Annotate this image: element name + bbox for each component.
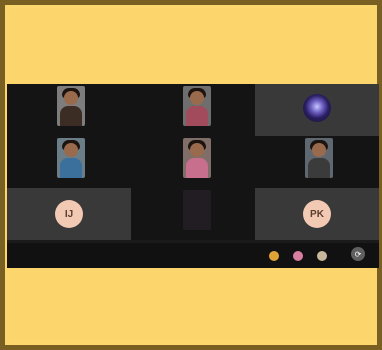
person-head: [64, 143, 78, 157]
person-head: [190, 143, 204, 157]
meeting-grid: IJ PK: [7, 84, 379, 268]
participant-tile-2[interactable]: [131, 84, 255, 136]
participant-video-8: [183, 190, 211, 230]
participant-tile-1[interactable]: [7, 84, 131, 136]
person-body: [60, 106, 82, 126]
refresh-icon[interactable]: ⟳: [351, 247, 365, 261]
participant-tile-9[interactable]: PK: [255, 188, 379, 240]
presentation-icon[interactable]: [317, 251, 327, 261]
avatar-initials-7: IJ: [55, 200, 83, 228]
participant-video-5: [183, 138, 211, 178]
meeting-toolbar: ⟳: [7, 243, 379, 268]
participant-tile-8[interactable]: [131, 188, 255, 240]
person-head: [190, 91, 204, 105]
person-body: [60, 158, 82, 178]
profile-avatar-3: [303, 94, 331, 122]
participant-tile-4[interactable]: [7, 136, 131, 188]
emoji-icon[interactable]: [269, 251, 279, 261]
participant-tile-6[interactable]: [255, 136, 379, 188]
person-body: [308, 158, 330, 178]
participant-video-6: [305, 138, 333, 178]
participant-video-2: [183, 86, 211, 126]
reaction-icon[interactable]: [293, 251, 303, 261]
participant-tile-5[interactable]: [131, 136, 255, 188]
participant-tile-7[interactable]: IJ: [7, 188, 131, 240]
participant-video-1: [57, 86, 85, 126]
participant-video-4: [57, 138, 85, 178]
avatar-initials-9: PK: [303, 200, 331, 228]
person-head: [64, 91, 78, 105]
person-head: [312, 143, 326, 157]
person-body: [186, 106, 208, 126]
person-body: [186, 158, 208, 178]
participant-tile-3[interactable]: [255, 84, 379, 136]
